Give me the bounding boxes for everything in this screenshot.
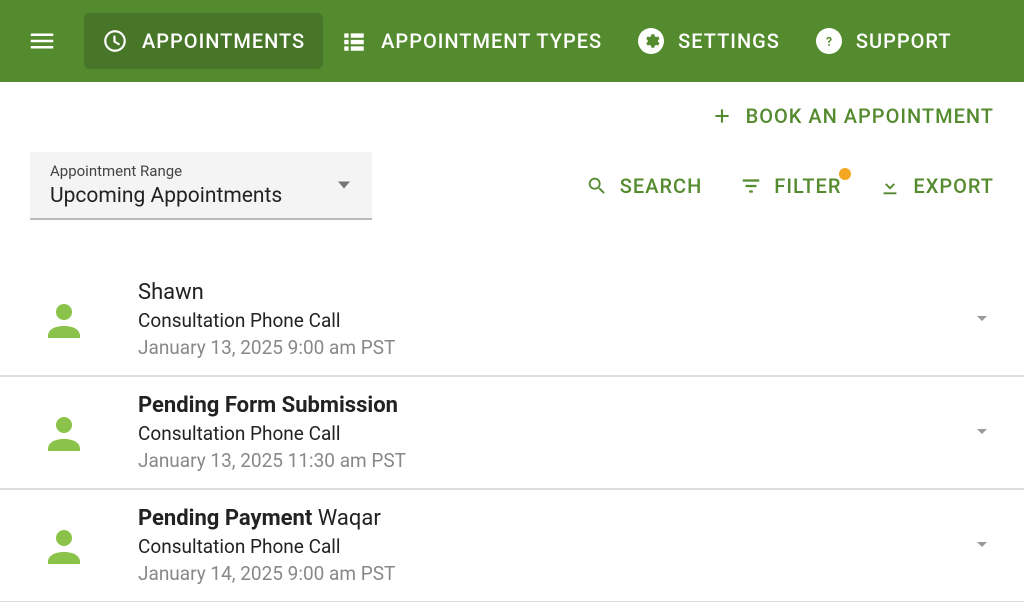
appointment-datetime: January 13, 2025 9:00 am PST — [138, 336, 970, 359]
status-prefix: Pending Form Submission — [138, 393, 398, 418]
avatar — [40, 409, 88, 457]
question-icon — [820, 32, 838, 50]
filter-label: FILTER — [774, 174, 841, 198]
book-appointment-button[interactable]: BOOK AN APPOINTMENT — [712, 104, 994, 128]
tab-appointments[interactable]: APPOINTMENTS — [84, 13, 323, 69]
avatar — [40, 296, 88, 344]
appointment-info: Pending Form Submission Consultation Pho… — [138, 393, 970, 472]
client-name: Shawn — [138, 280, 204, 305]
client-name: Waqar — [318, 506, 381, 531]
appointment-title: Pending Payment Waqar — [138, 506, 970, 531]
clock-icon — [102, 28, 128, 54]
appointment-row[interactable]: Pending Form Submission Consultation Pho… — [0, 376, 1024, 489]
nav-label: SUPPORT — [856, 29, 952, 53]
expand-chevron[interactable] — [970, 532, 994, 560]
controls-row: Appointment Range Upcoming Appointments … — [0, 138, 1024, 220]
hamburger-menu-button[interactable] — [18, 17, 66, 65]
search-button[interactable]: SEARCH — [586, 174, 703, 198]
appointment-type: Consultation Phone Call — [138, 309, 970, 332]
appointment-row[interactable]: Shawn Consultation Phone Call January 13… — [0, 264, 1024, 376]
support-icon-wrapper — [816, 28, 842, 54]
download-icon — [879, 175, 901, 197]
filter-icon — [740, 175, 762, 197]
top-nav-bar: APPOINTMENTS APPOINTMENT TYPES SETTINGS … — [0, 0, 1024, 82]
chevron-down-icon — [970, 419, 994, 443]
appointment-row[interactable]: Pending Payment Waqar Consultation Phone… — [0, 489, 1024, 602]
gear-icon — [642, 32, 660, 50]
person-icon — [40, 409, 88, 457]
appointment-datetime: January 13, 2025 11:30 am PST — [138, 449, 970, 472]
appointment-range-select[interactable]: Appointment Range Upcoming Appointments — [30, 152, 372, 220]
appointment-title: Pending Form Submission — [138, 393, 970, 418]
chevron-down-icon — [970, 306, 994, 330]
expand-chevron[interactable] — [970, 306, 994, 334]
appointment-list: Shawn Consultation Phone Call January 13… — [0, 264, 1024, 602]
filter-badge-dot — [839, 168, 851, 180]
search-label: SEARCH — [620, 174, 703, 198]
nav-label: APPOINTMENTS — [142, 29, 305, 53]
nav-tabs: APPOINTMENTS APPOINTMENT TYPES SETTINGS … — [84, 13, 970, 69]
export-button[interactable]: EXPORT — [879, 174, 994, 198]
expand-chevron[interactable] — [970, 419, 994, 447]
nav-label: SETTINGS — [678, 29, 780, 53]
right-controls: SEARCH FILTER EXPORT — [586, 174, 994, 198]
filter-button[interactable]: FILTER — [740, 174, 841, 198]
filter-label-wrapper: FILTER — [774, 174, 841, 198]
person-icon — [40, 522, 88, 570]
appointment-type: Consultation Phone Call — [138, 535, 970, 558]
range-label: Appointment Range — [50, 162, 352, 180]
person-icon — [40, 296, 88, 344]
range-value: Upcoming Appointments — [50, 184, 352, 208]
search-icon — [586, 175, 608, 197]
chevron-down-icon — [970, 532, 994, 556]
appointment-type: Consultation Phone Call — [138, 422, 970, 445]
list-icon — [341, 28, 367, 54]
tab-appointment-types[interactable]: APPOINTMENT TYPES — [323, 13, 620, 69]
action-bar: BOOK AN APPOINTMENT — [0, 82, 1024, 138]
avatar — [40, 522, 88, 570]
status-prefix: Pending Payment — [138, 506, 318, 531]
tab-support[interactable]: SUPPORT — [798, 13, 970, 69]
export-label: EXPORT — [913, 174, 994, 198]
appointment-info: Pending Payment Waqar Consultation Phone… — [138, 506, 970, 585]
hamburger-icon — [27, 26, 57, 56]
appointment-datetime: January 14, 2025 9:00 am PST — [138, 562, 970, 585]
tab-settings[interactable]: SETTINGS — [620, 13, 798, 69]
nav-label: APPOINTMENT TYPES — [381, 29, 602, 53]
plus-icon — [712, 106, 732, 126]
book-label: BOOK AN APPOINTMENT — [746, 104, 994, 128]
chevron-down-icon — [338, 182, 350, 189]
appointment-title: Shawn — [138, 280, 970, 305]
settings-icon-wrapper — [638, 28, 664, 54]
appointment-info: Shawn Consultation Phone Call January 13… — [138, 280, 970, 359]
